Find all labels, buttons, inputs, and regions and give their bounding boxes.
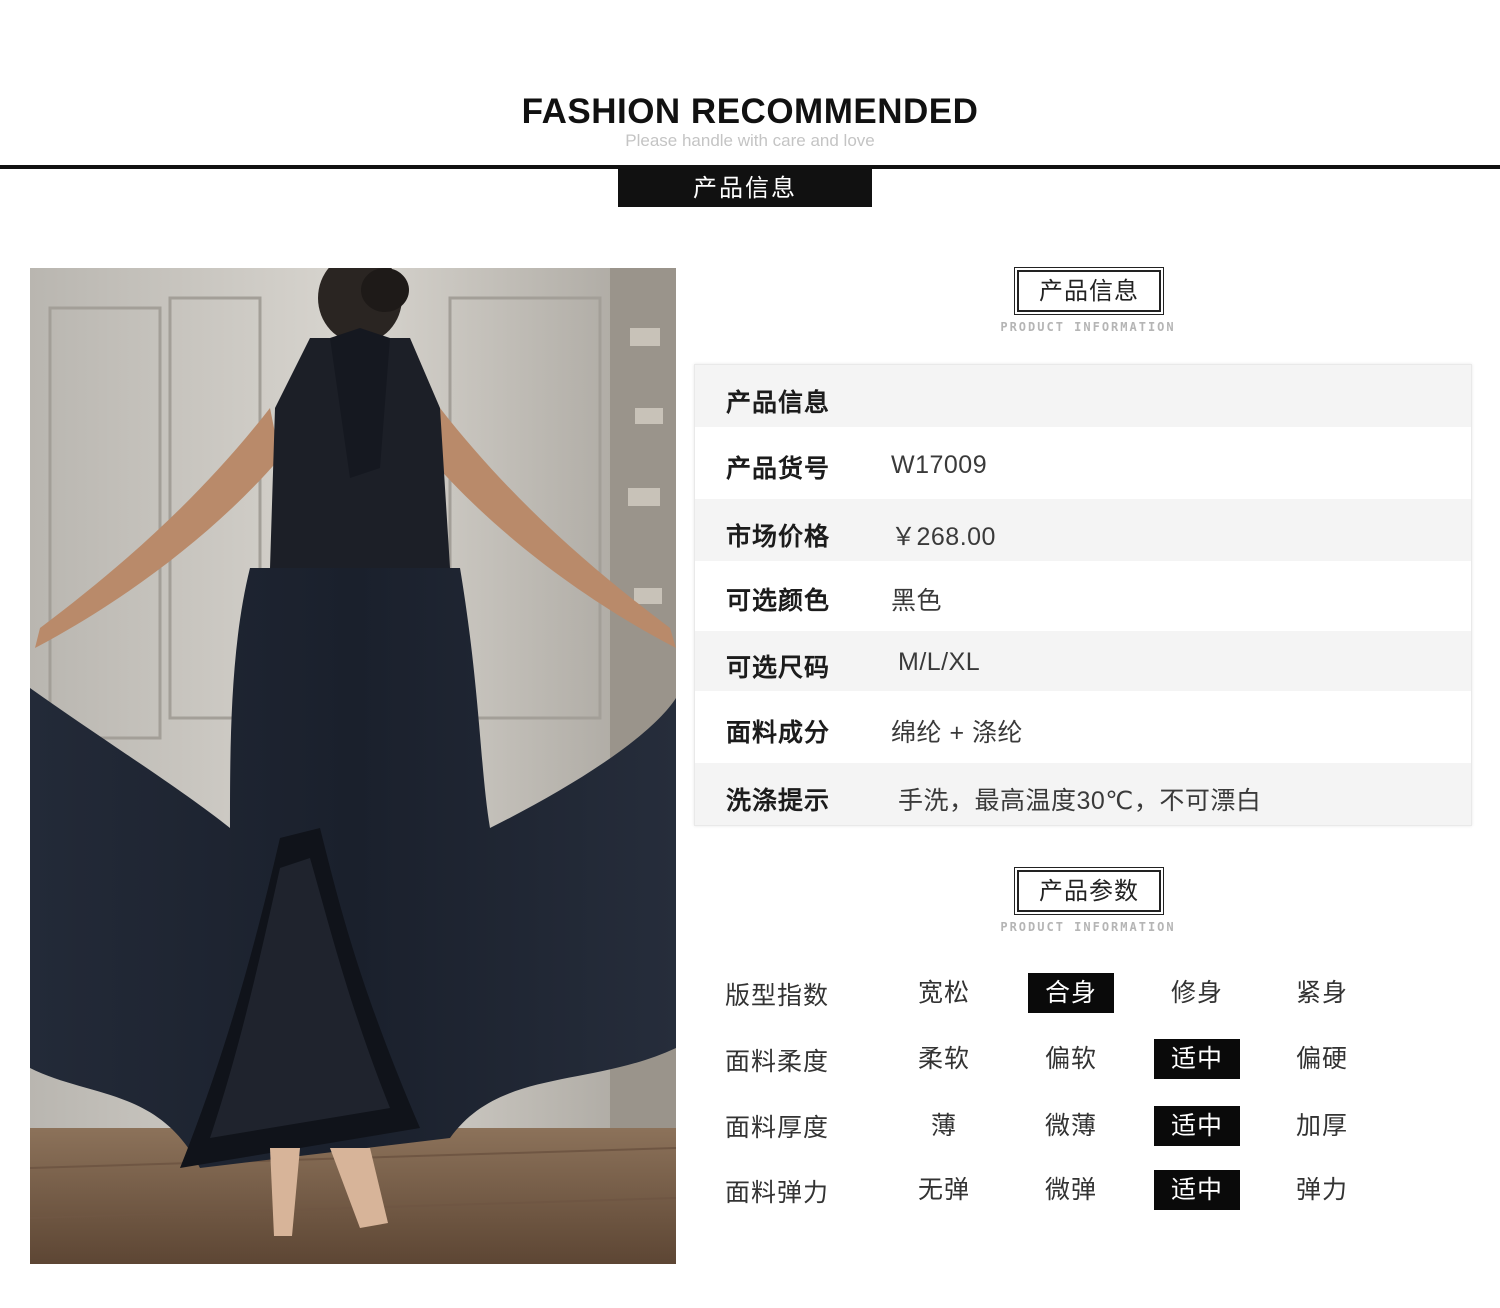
param-label: 面料厚度 <box>725 1113 830 1142</box>
info-row: 可选颜色 黑色 <box>695 561 1471 631</box>
param-option: 无弹 <box>917 1175 970 1204</box>
info-label: 可选颜色 <box>726 586 831 615</box>
param-label: 面料柔度 <box>725 1047 830 1076</box>
info-label: 产品货号 <box>726 454 831 483</box>
param-option: 薄 <box>930 1111 957 1140</box>
info-label: 产品信息 <box>726 388 831 417</box>
product-info-table: 产品信息 产品货号 W17009 市场价格 ￥268.00 可选颜色 黑色 可选… <box>694 364 1472 826</box>
section-tab-label: 产品信息 <box>618 169 872 207</box>
product-photo <box>30 268 676 1264</box>
dress-illustration <box>30 268 676 1264</box>
info-row: 市场价格 ￥268.00 <box>695 499 1471 561</box>
params-section-subtitle: PRODUCT INFORMATION <box>1000 920 1176 934</box>
param-option: 偏软 <box>1044 1044 1097 1073</box>
care-value: 手洗，最高温度30℃，不可漂白 <box>898 787 1262 815</box>
price-value: ￥268.00 <box>891 523 996 551</box>
param-option: 弹力 <box>1295 1175 1348 1204</box>
page-subtitle: Please handle with care and love <box>625 131 875 150</box>
param-option-selected: 适中 <box>1154 1170 1240 1210</box>
param-option: 加厚 <box>1295 1111 1348 1140</box>
param-option: 柔软 <box>917 1044 970 1073</box>
size-value: M/L/XL <box>898 648 981 676</box>
info-label: 市场价格 <box>726 522 831 551</box>
info-row: 面料成分 绵纶 + 涤纶 <box>695 691 1471 763</box>
param-option: 紧身 <box>1295 978 1348 1007</box>
info-section-title: 产品信息 <box>1014 267 1164 315</box>
param-option: 偏硬 <box>1295 1044 1348 1073</box>
info-row: 产品信息 <box>695 365 1471 427</box>
param-option: 修身 <box>1170 978 1223 1007</box>
fabric-value: 绵纶 + 涤纶 <box>891 719 1023 747</box>
param-option: 微弹 <box>1044 1175 1097 1204</box>
sku-value: W17009 <box>891 451 988 479</box>
info-row: 产品货号 W17009 <box>695 427 1471 499</box>
info-label: 可选尺码 <box>726 653 831 682</box>
param-label: 面料弹力 <box>725 1178 830 1207</box>
param-option: 微薄 <box>1044 1111 1097 1140</box>
info-section-subtitle: PRODUCT INFORMATION <box>1000 320 1176 334</box>
info-label: 面料成分 <box>726 718 831 747</box>
color-value: 黑色 <box>891 587 943 615</box>
param-option-selected: 适中 <box>1154 1039 1240 1079</box>
info-row: 可选尺码 M/L/XL <box>695 631 1471 691</box>
param-option-selected: 合身 <box>1028 973 1114 1013</box>
info-label: 洗涤提示 <box>726 786 831 815</box>
info-row: 洗涤提示 手洗，最高温度30℃，不可漂白 <box>695 763 1471 825</box>
page-title: FASHION RECOMMENDED <box>521 92 979 131</box>
param-option-selected: 适中 <box>1154 1106 1240 1146</box>
params-section-title: 产品参数 <box>1014 867 1164 915</box>
param-label: 版型指数 <box>725 981 830 1010</box>
param-option: 宽松 <box>917 978 970 1007</box>
